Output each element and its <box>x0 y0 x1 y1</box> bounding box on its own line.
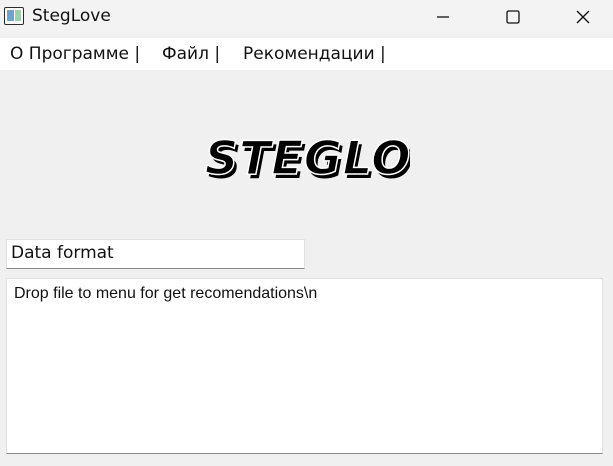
data-format-field[interactable]: Data format <box>6 239 305 269</box>
minimize-button[interactable] <box>420 0 466 34</box>
logo-text: STEGLOVE <box>205 131 410 185</box>
app-window: StegLove О Программе | Файл | Рекомендац… <box>0 0 613 466</box>
minimize-icon <box>437 16 449 18</box>
maximize-icon <box>506 10 520 24</box>
menu-item-recommendations[interactable]: Рекомендации | <box>243 44 386 64</box>
menu-item-about[interactable]: О Программе | <box>10 44 140 64</box>
steglove-logo: STEGLOVE STEGLOVE <box>204 130 410 188</box>
close-button[interactable] <box>560 0 606 34</box>
menu-item-file[interactable]: Файл | <box>162 44 220 64</box>
app-window-icon <box>4 7 24 25</box>
close-icon <box>576 10 590 24</box>
title-bar[interactable]: StegLove <box>0 0 613 34</box>
window-title: StegLove <box>32 6 111 26</box>
maximize-button[interactable] <box>490 0 536 34</box>
recommendations-text-area[interactable]: Drop file to menu for get recomendations… <box>6 278 603 454</box>
menu-bar: О Программе | Файл | Рекомендации | <box>0 38 613 70</box>
